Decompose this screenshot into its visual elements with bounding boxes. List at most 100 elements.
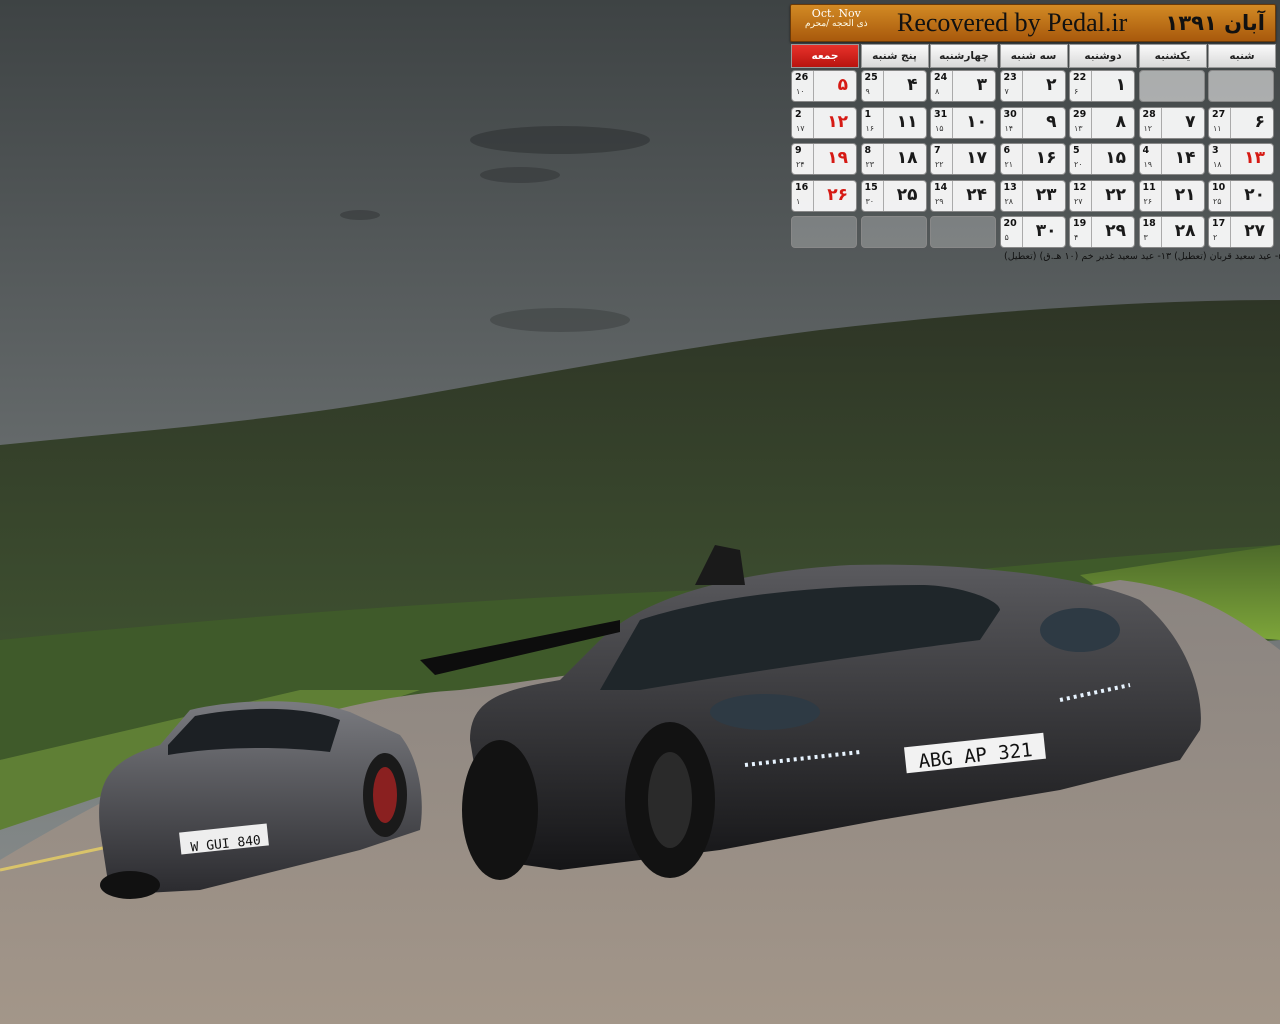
calendar-day xyxy=(1138,70,1205,102)
hijri-day: ۸ xyxy=(935,87,940,96)
calendar-day: 27 ۱۱ ۶ xyxy=(1208,106,1274,139)
hijri-day: ۲۱ xyxy=(1004,160,1014,169)
persian-day: ۲۴ xyxy=(966,184,987,205)
cell-divider xyxy=(1021,217,1023,247)
persian-day: ۲۵ xyxy=(896,184,918,205)
gregorian-day: 16 xyxy=(795,181,809,193)
persian-day: ۲۱ xyxy=(1174,184,1196,205)
persian-day: ۱۷ xyxy=(966,148,987,168)
persian-day: ۵ xyxy=(837,75,848,95)
hijri-day: ۲۴ xyxy=(796,160,805,169)
cell-divider xyxy=(1160,180,1162,211)
persian-day: ۲۷ xyxy=(1244,221,1265,241)
calendar-day: 20 ۵ ۳۰ xyxy=(999,216,1066,248)
persian-day: ۱۹ xyxy=(827,148,848,168)
gregorian-month: Oct. Nov xyxy=(811,7,861,20)
calendar-day: 25 ۹ ۴ xyxy=(860,70,927,102)
gregorian-day: 17 xyxy=(1212,218,1226,229)
weekday-header: پنج شنبه xyxy=(860,44,929,68)
persian-day: ۲۹ xyxy=(1105,221,1126,241)
calendar-day: 7 ۲۲ ۱۷ xyxy=(930,143,996,175)
cell-divider xyxy=(813,144,814,174)
hijri-day: ۱۷ xyxy=(796,123,805,133)
holiday-note: ۵- عید سعید قربان (تعطیل) ۱۳- عید سعید غ… xyxy=(1004,251,1280,262)
gregorian-day: 24 xyxy=(934,72,948,83)
cell-divider xyxy=(882,107,884,138)
cell-divider xyxy=(1091,144,1092,174)
gregorian-day: 8 xyxy=(864,145,872,156)
cell-divider xyxy=(952,180,953,211)
hijri-day: ۱۵ xyxy=(935,123,944,133)
hijri-day: ۲۲ xyxy=(935,160,944,169)
weekday-header: یکشنبه xyxy=(1138,44,1207,68)
gregorian-day: 7 xyxy=(934,145,941,156)
gregorian-day: 4 xyxy=(1142,145,1150,156)
hijri-day: ۱۳ xyxy=(1074,123,1083,133)
gregorian-day: 29 xyxy=(1073,108,1087,120)
persian-day: ۳۰ xyxy=(1035,221,1057,241)
weekday-header: شنبه xyxy=(1208,44,1276,68)
hijri-day: ۲۰ xyxy=(1074,160,1083,169)
calendar-day: 8 ۲۳ ۱۸ xyxy=(860,143,927,175)
calendar-header: Oct. Nov ذی الحجه /محرم Recovered by Ped… xyxy=(790,4,1276,42)
cell-divider xyxy=(1091,107,1092,138)
calendar-day: 15 ۳۰ ۲۵ xyxy=(860,179,927,212)
calendar-day: 16 ۱ ۲۶ xyxy=(791,179,857,212)
persian-day: ۲۳ xyxy=(1035,184,1057,205)
hijri-day: ۱۹ xyxy=(1143,160,1153,169)
persian-day: ۲ xyxy=(1046,75,1057,95)
calendar-day: 9 ۲۴ ۱۹ xyxy=(791,143,857,175)
cell-divider xyxy=(1091,217,1092,247)
gregorian-day: 26 xyxy=(795,72,809,83)
hijri-day: ۱۲ xyxy=(1143,123,1153,133)
weekday-header: جمعه xyxy=(791,44,859,68)
calendar-day: 18 ۳ ۲۸ xyxy=(1138,216,1205,248)
gregorian-day: 6 xyxy=(1003,145,1011,156)
gregorian-day: 18 xyxy=(1142,218,1156,229)
gregorian-day: 31 xyxy=(934,108,948,120)
weekday-header: چهارشنبه xyxy=(930,44,998,68)
calendar-day: 24 ۸ ۳ xyxy=(930,70,996,102)
calendar-day: 12 ۲۷ ۲۲ xyxy=(1069,179,1135,212)
calendar-day: 29 ۱۳ ۸ xyxy=(1069,106,1135,139)
calendar-day: 23 ۷ ۲ xyxy=(999,70,1066,102)
gregorian-day: 14 xyxy=(934,181,948,193)
weekday-header: سه شنبه xyxy=(999,44,1068,68)
calendar-day: 14 ۲۹ ۲۴ xyxy=(930,179,996,212)
persian-day: ۱۳ xyxy=(1244,148,1265,168)
calendar-day: 11 ۲۶ ۲۱ xyxy=(1138,179,1205,212)
gregorian-day: 1 xyxy=(864,108,872,120)
calendar-day: 6 ۲۱ ۱۶ xyxy=(999,143,1066,175)
cell-divider xyxy=(882,180,884,211)
cell-divider xyxy=(952,107,953,138)
hijri-day: ۶ xyxy=(1074,87,1079,96)
gregorian-day: 28 xyxy=(1142,108,1156,120)
cell-divider xyxy=(813,180,814,211)
cell-divider xyxy=(1021,71,1023,101)
cell-divider xyxy=(1021,107,1023,138)
cell-divider xyxy=(1230,180,1231,211)
persian-day: ۷ xyxy=(1185,111,1196,132)
weekday-header: دوشنبه xyxy=(1069,44,1137,68)
gregorian-day: 30 xyxy=(1003,108,1017,120)
gregorian-month-label: Oct. Nov ذی الحجه /محرم xyxy=(805,8,868,30)
hijri-day: ۹ xyxy=(865,87,870,96)
persian-day: ۲۲ xyxy=(1105,184,1126,205)
gregorian-day: 27 xyxy=(1212,108,1226,120)
calendar-day: 13 ۲۸ ۲۳ xyxy=(999,179,1066,212)
calendar-day: 3 ۱۸ ۱۳ xyxy=(1208,143,1274,175)
calendar-day: 17 ۲ ۲۷ xyxy=(1208,216,1274,248)
gregorian-day: 5 xyxy=(1073,145,1080,156)
calendar-day: 2 ۱۷ ۱۲ xyxy=(791,106,857,139)
cell-divider xyxy=(1021,144,1023,174)
gregorian-day: 13 xyxy=(1003,181,1017,193)
cell-divider xyxy=(882,71,884,101)
calendar-day: 19 ۴ ۲۹ xyxy=(1069,216,1135,248)
hijri-month: ذی الحجه /محرم xyxy=(805,19,868,29)
hijri-day: ۱۴ xyxy=(1004,123,1014,133)
cell-divider xyxy=(1160,217,1162,247)
calendar-day xyxy=(1208,70,1274,102)
persian-day: ۱۸ xyxy=(896,148,918,168)
cell-divider xyxy=(952,71,953,101)
hijri-day: ۲۵ xyxy=(1213,196,1222,206)
